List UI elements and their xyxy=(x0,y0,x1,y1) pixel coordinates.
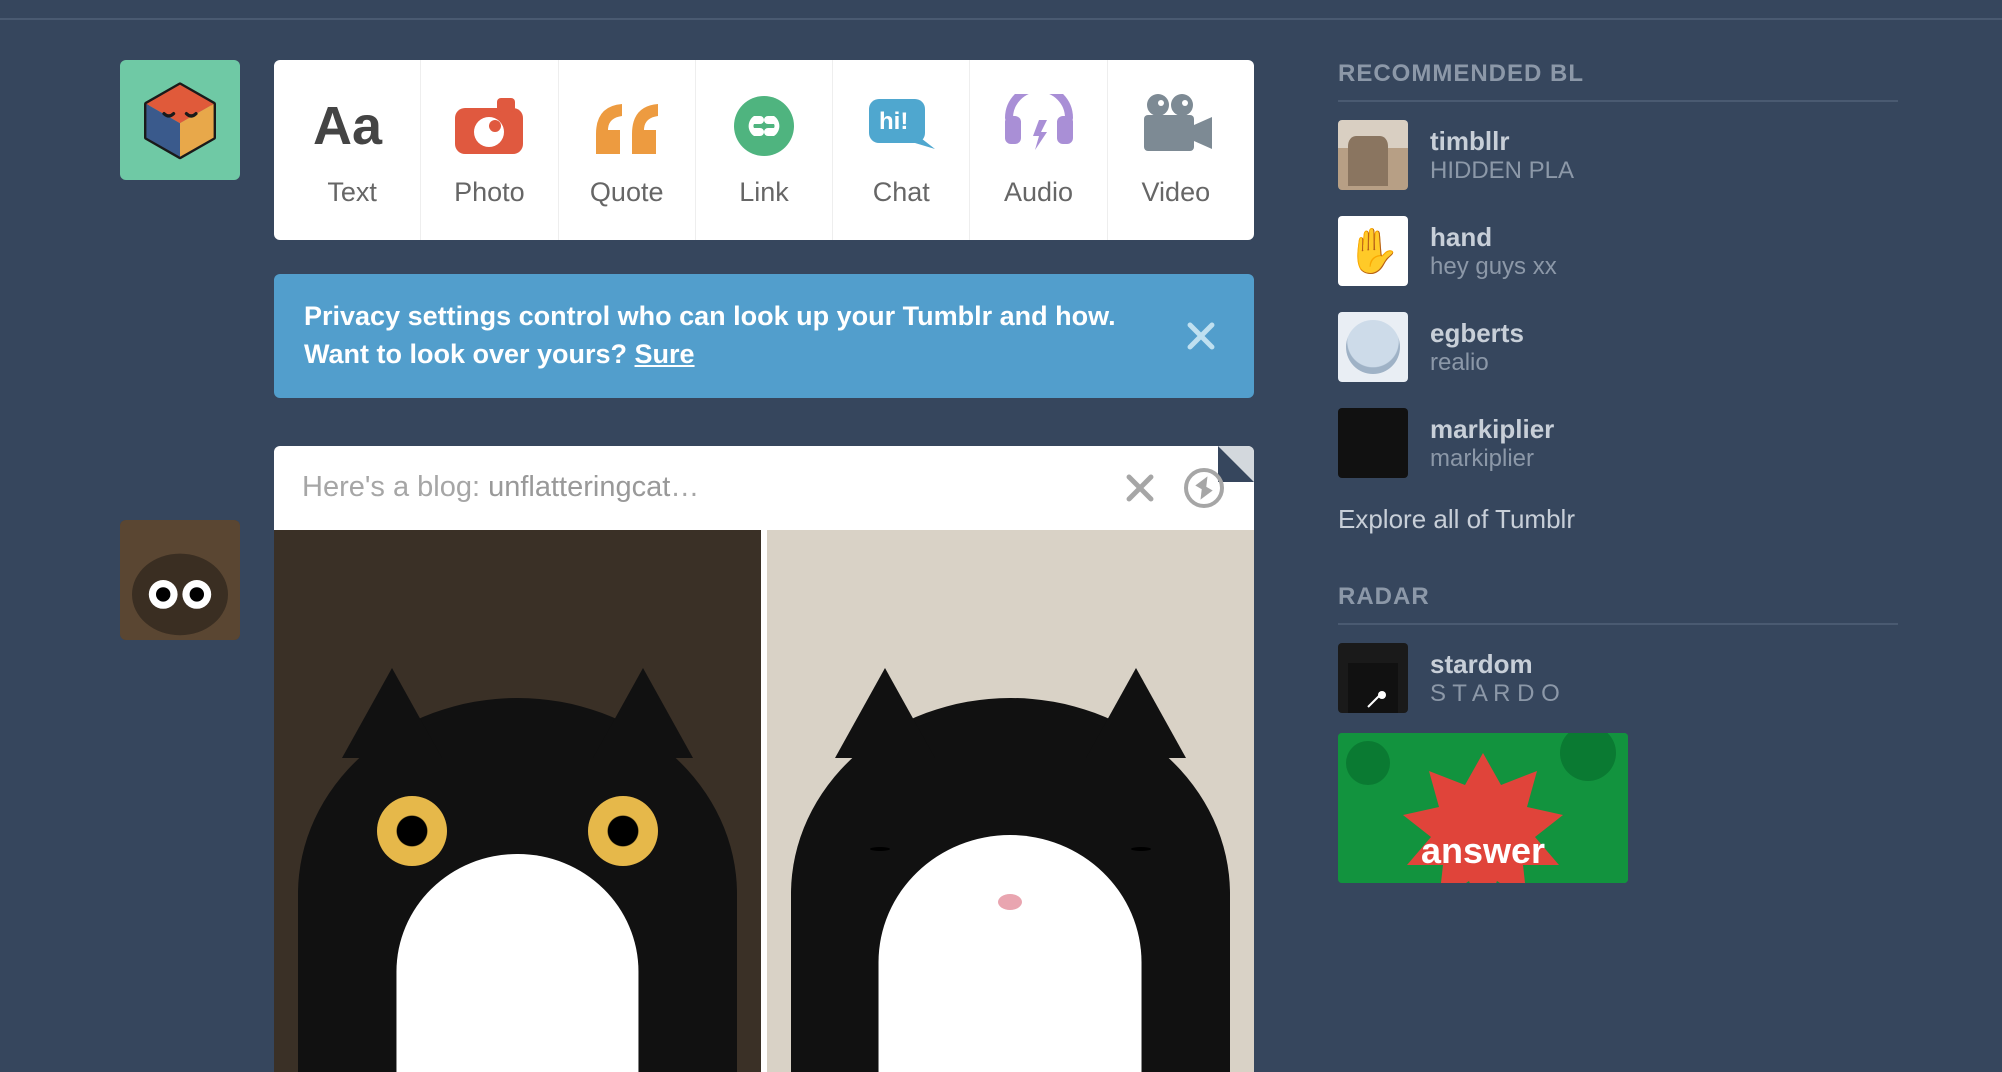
recommended-blog-item[interactable]: ✋ hand hey guys xx xyxy=(1338,216,1898,286)
top-divider xyxy=(0,0,2002,20)
post-author-avatar[interactable] xyxy=(120,520,240,640)
recommended-blog-item[interactable]: markiplier markiplier xyxy=(1338,408,1898,478)
compose-chat[interactable]: hi! Chat xyxy=(833,60,970,240)
compose-photo[interactable]: Photo xyxy=(421,60,558,240)
fold-corner xyxy=(1218,446,1254,482)
audio-icon xyxy=(999,93,1079,159)
link-icon xyxy=(732,93,796,159)
avatar: ✋ xyxy=(1338,216,1408,286)
cube-icon xyxy=(140,80,220,160)
blog-subtitle: realio xyxy=(1430,349,1524,377)
privacy-banner: Privacy settings control who can look up… xyxy=(274,274,1254,398)
compose-link[interactable]: Link xyxy=(696,60,833,240)
banner-link[interactable]: Sure xyxy=(635,339,695,369)
blog-subtitle: hey guys xx xyxy=(1430,253,1557,281)
blog-name: stardom xyxy=(1430,649,1560,680)
post-images[interactable] xyxy=(274,530,1254,1072)
recommended-blog-item[interactable]: egberts realio xyxy=(1338,312,1898,382)
banner-close-button[interactable] xyxy=(1178,319,1224,353)
compose-label: Text xyxy=(327,177,377,208)
avatar xyxy=(1338,408,1408,478)
blog-name: hand xyxy=(1430,222,1557,253)
blog-subtitle: HIDDEN PLA xyxy=(1430,157,1574,185)
post-suffix: … xyxy=(670,471,699,503)
video-icon xyxy=(1138,93,1214,159)
compose-label: Audio xyxy=(1004,177,1073,208)
starburst-icon: answer xyxy=(1338,733,1628,883)
post-image-2 xyxy=(767,530,1254,1072)
blog-name: timbllr xyxy=(1430,126,1574,157)
close-icon xyxy=(1184,319,1218,353)
text-icon: Aa xyxy=(313,93,391,159)
svg-text:Aa: Aa xyxy=(313,96,383,156)
recommended-post: Here's a blog: unflatteringcat… xyxy=(274,446,1254,1072)
post-dismiss-button[interactable] xyxy=(1118,466,1162,510)
post-prefix: Here's a blog: xyxy=(302,471,488,503)
radar-header: RADAR xyxy=(1338,583,1898,625)
avatar xyxy=(1338,643,1408,713)
user-avatar[interactable] xyxy=(120,60,240,180)
post-title: Here's a blog: unflatteringcat… xyxy=(302,471,1098,504)
compose-video[interactable]: Video xyxy=(1108,60,1244,240)
banner-message: Privacy settings control who can look up… xyxy=(304,301,1116,369)
explore-link[interactable]: Explore all of Tumblr xyxy=(1338,504,1898,535)
recommended-blog-item[interactable]: timbllr HIDDEN PLA xyxy=(1338,120,1898,190)
post-image-1 xyxy=(274,530,761,1072)
post-blog-name[interactable]: unflatteringcat xyxy=(488,471,670,503)
blog-name: markiplier xyxy=(1430,414,1554,445)
radar-badge-label: answer xyxy=(1421,830,1545,871)
blog-subtitle: S T A R D O xyxy=(1430,680,1560,708)
compose-label: Quote xyxy=(590,177,664,208)
photo-icon xyxy=(453,93,525,159)
svg-text:hi!: hi! xyxy=(879,108,908,135)
compass-icon xyxy=(1184,468,1224,508)
cat-avatar-icon xyxy=(120,520,240,640)
compose-label: Chat xyxy=(873,177,930,208)
compose-audio[interactable]: Audio xyxy=(970,60,1107,240)
compose-label: Photo xyxy=(454,177,525,208)
avatar xyxy=(1338,312,1408,382)
radar-item[interactable]: stardom S T A R D O xyxy=(1338,643,1898,713)
chat-icon: hi! xyxy=(865,93,937,159)
blog-name: egberts xyxy=(1430,318,1524,349)
compose-label: Video xyxy=(1142,177,1211,208)
avatar xyxy=(1338,120,1408,190)
compose-bar: Aa Text Photo xyxy=(274,60,1254,240)
compose-label: Link xyxy=(739,177,789,208)
close-icon xyxy=(1123,471,1157,505)
compose-text[interactable]: Aa Text xyxy=(284,60,421,240)
compose-quote[interactable]: Quote xyxy=(559,60,696,240)
blog-subtitle: markiplier xyxy=(1430,445,1554,473)
radar-featured-image[interactable]: answer xyxy=(1338,733,1628,883)
recommended-header: RECOMMENDED BL xyxy=(1338,60,1898,102)
quote-icon xyxy=(588,93,666,159)
banner-text: Privacy settings control who can look up… xyxy=(304,298,1124,374)
